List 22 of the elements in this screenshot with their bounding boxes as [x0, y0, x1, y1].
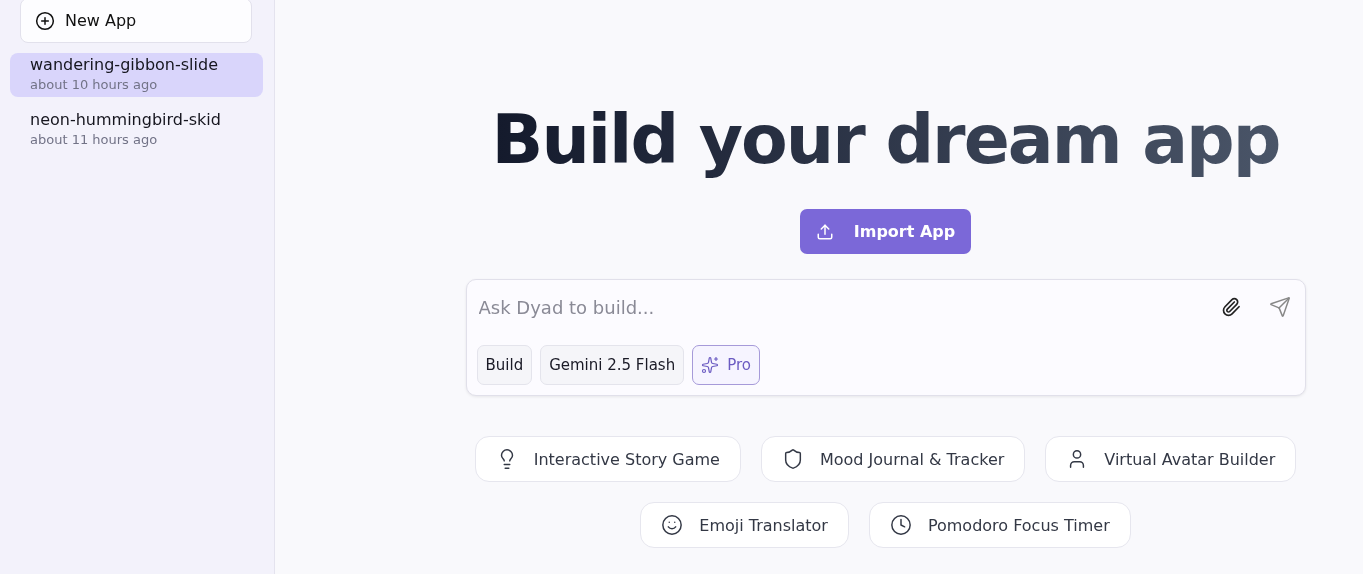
- app-time: about 11 hours ago: [30, 132, 159, 147]
- pro-toggle[interactable]: Pro: [692, 345, 760, 385]
- mode-chip[interactable]: Build: [476, 345, 533, 385]
- plus-icon: [35, 10, 55, 31]
- new-app-button[interactable]: New App: [20, 0, 252, 43]
- app-name: wandering-gibbon-slide: [30, 55, 219, 74]
- upload-icon: [815, 222, 834, 241]
- sparkles-icon: [701, 356, 720, 374]
- import-app-button[interactable]: Import App: [799, 209, 972, 254]
- prompt-input[interactable]: Ask Dyad to build...: [476, 295, 1197, 319]
- app-name: neon-hummingbird-skid: [30, 110, 222, 129]
- suggestion-chip[interactable]: Emoji Translator: [640, 502, 849, 548]
- suggestion-chip[interactable]: Interactive Story Game: [474, 436, 741, 482]
- app-list-item[interactable]: wandering-gibbon-slide about 10 hours ago: [10, 53, 263, 97]
- app-list-item[interactable]: neon-hummingbird-skid about 11 hours ago: [10, 108, 263, 152]
- smiley-icon: [661, 514, 684, 536]
- suggestion-chip[interactable]: Mood Journal & Tracker: [760, 436, 1026, 482]
- suggestion-chip[interactable]: Virtual Avatar Builder: [1045, 436, 1297, 482]
- clock-icon: [889, 514, 912, 536]
- app-time: about 10 hours ago: [30, 77, 159, 92]
- suggestion-chip[interactable]: Pomodoro Focus Timer: [868, 502, 1131, 548]
- mode-chip[interactable]: Gemini 2.5 Flash: [540, 345, 685, 385]
